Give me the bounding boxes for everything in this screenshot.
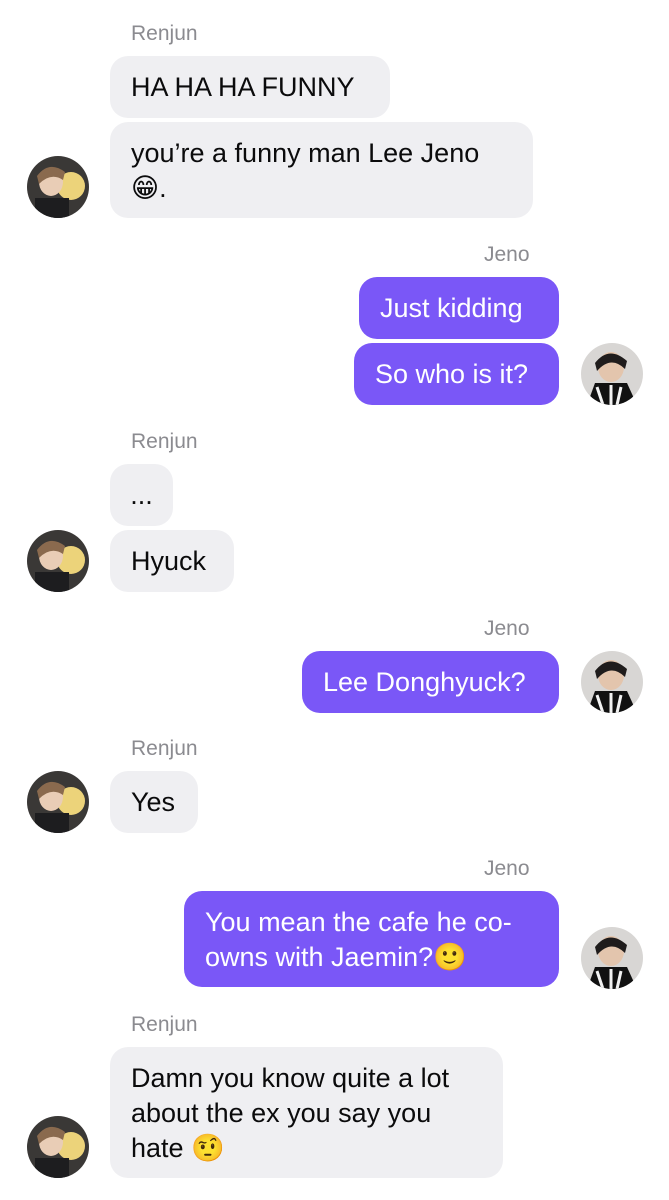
profile-photo-icon xyxy=(581,927,643,989)
profile-photo-icon xyxy=(27,530,89,592)
message-text: HA HA HA FUNNY xyxy=(131,71,355,102)
avatar-jeno[interactable] xyxy=(581,651,643,713)
sender-name-renjun: Renjun xyxy=(131,1013,198,1036)
profile-photo-icon xyxy=(27,771,89,833)
sender-name-jeno: Jeno xyxy=(484,243,530,266)
avatar-jeno[interactable] xyxy=(581,927,643,989)
profile-photo-icon xyxy=(581,651,643,713)
message-text: Just kidding xyxy=(380,292,523,323)
message-text: Hyuck xyxy=(131,545,207,576)
avatar-renjun[interactable] xyxy=(27,156,89,218)
message-bubble-incoming[interactable]: you’re a funny man Lee Jeno 😁. xyxy=(110,122,533,218)
message-text: ... xyxy=(130,479,153,510)
message-text: you’re a funny man Lee Jeno 😁. xyxy=(131,138,480,203)
message-bubble-outgoing[interactable]: Lee Donghyuck? xyxy=(302,651,559,713)
message-bubble-incoming[interactable]: Damn you know quite a lot about the ex y… xyxy=(110,1047,503,1178)
message-text: Yes xyxy=(131,786,176,817)
sender-name-renjun: Renjun xyxy=(131,430,198,453)
avatar-jeno[interactable] xyxy=(581,343,643,405)
avatar-renjun[interactable] xyxy=(27,771,89,833)
message-bubble-incoming[interactable]: ... xyxy=(110,464,173,526)
message-bubble-outgoing[interactable]: So who is it? xyxy=(354,343,559,405)
message-bubble-incoming[interactable]: HA HA HA FUNNY xyxy=(110,56,390,118)
message-text: Damn you know quite a lot about the ex y… xyxy=(131,1063,450,1163)
message-text: You mean the cafe he co- owns with Jaemi… xyxy=(205,907,512,972)
profile-photo-icon xyxy=(581,343,643,405)
message-bubble-incoming[interactable]: Yes xyxy=(110,771,198,833)
message-text: So who is it? xyxy=(375,358,529,389)
profile-photo-icon xyxy=(27,156,89,218)
sender-name-jeno: Jeno xyxy=(484,617,530,640)
sender-name-renjun: Renjun xyxy=(131,737,198,760)
profile-photo-icon xyxy=(27,1116,89,1178)
sender-name-renjun: Renjun xyxy=(131,22,198,45)
sender-name-jeno: Jeno xyxy=(484,857,530,880)
avatar-renjun[interactable] xyxy=(27,1116,89,1178)
message-bubble-outgoing[interactable]: You mean the cafe he co- owns with Jaemi… xyxy=(184,891,559,987)
message-bubble-outgoing[interactable]: Just kidding xyxy=(359,277,559,339)
message-text: Lee Donghyuck? xyxy=(323,666,526,697)
message-bubble-incoming[interactable]: Hyuck xyxy=(110,530,234,592)
avatar-renjun[interactable] xyxy=(27,530,89,592)
